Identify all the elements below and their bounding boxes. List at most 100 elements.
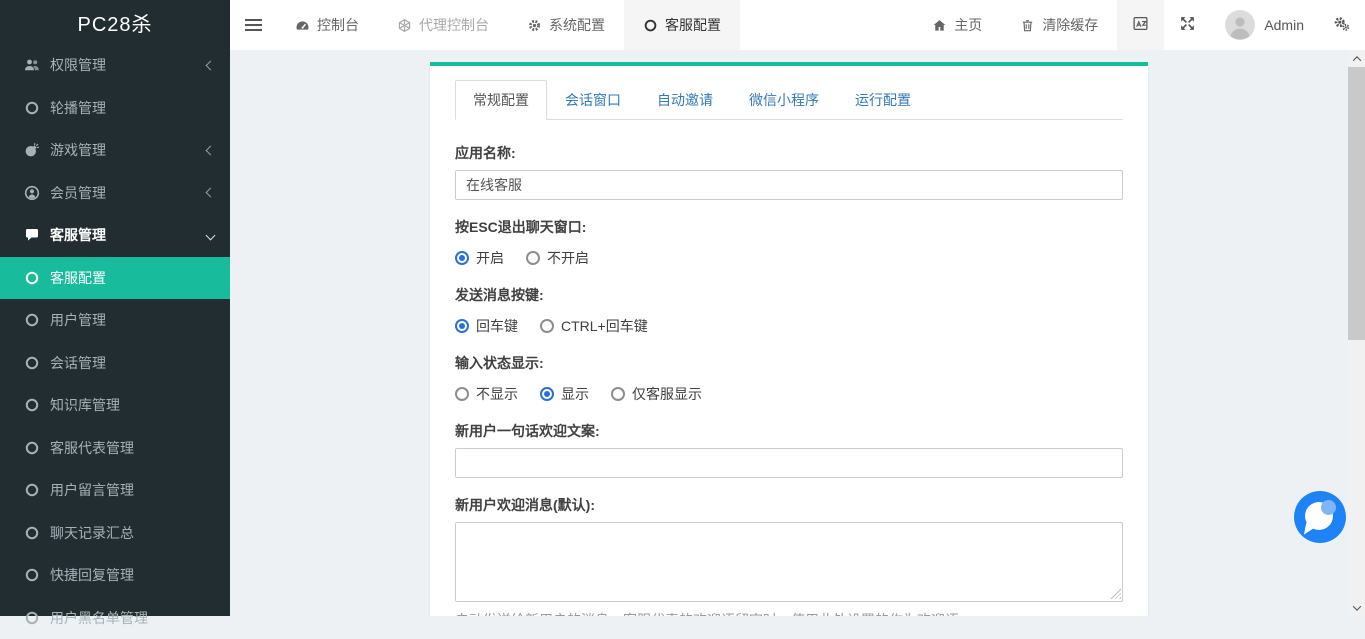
sidebar-item-games[interactable]: 游戏管理 (0, 129, 230, 172)
sidebar-item-customer-service[interactable]: 客服管理 (0, 214, 230, 257)
nav-item-cs-config[interactable]: 客服配置 (624, 0, 740, 50)
config-form: 应用名称: 按ESC退出聊天窗口: 开启 不开启 发送消息按键: 回车键 (455, 120, 1123, 616)
sidebar-item-label: 轮播管理 (50, 98, 106, 118)
sidebar-item-session-mgmt[interactable]: 会话管理 (0, 342, 230, 385)
circle-icon (643, 18, 658, 33)
sidebar-item-permissions[interactable]: 权限管理 (0, 44, 230, 87)
sidebar-item-label: 用户黑名单管理 (50, 608, 148, 628)
sidebar-item-label: 权限管理 (50, 55, 106, 75)
tab-label: 自动邀请 (657, 92, 713, 108)
chat-widget-button[interactable] (1294, 491, 1346, 543)
radio-option-enter[interactable]: 回车键 (455, 316, 518, 336)
home-link[interactable]: 主页 (913, 0, 1001, 50)
sidebar-item-cs-config[interactable]: 客服配置 (0, 257, 230, 300)
fullscreen-button[interactable] (1164, 0, 1211, 50)
esc-exit-label: 按ESC退出聊天窗口: (455, 219, 1123, 235)
cube-icon (397, 18, 412, 33)
tab-bar: 常规配置 会话窗口 自动邀请 微信小程序 运行配置 (455, 80, 1123, 120)
nav-item-system-config[interactable]: 系统配置 (508, 0, 624, 50)
radio-icon (540, 319, 554, 333)
radio-option-off[interactable]: 不开启 (526, 248, 589, 268)
gear-icon (527, 18, 542, 33)
sidebar-item-chat-logs[interactable]: 聊天记录汇总 (0, 512, 230, 555)
sidebar-item-cs-agents[interactable]: 客服代表管理 (0, 427, 230, 470)
typing-status-label: 输入状态显示: (455, 355, 1123, 371)
tab-runtime-config[interactable]: 运行配置 (837, 80, 929, 120)
config-panel: 常规配置 会话窗口 自动邀请 微信小程序 运行配置 应用名称: 按ESC退出聊天… (430, 62, 1148, 616)
circle-icon (24, 355, 40, 371)
esc-exit-radio-group: 开启 不开启 (455, 248, 1123, 268)
welcome-text-label: 新用户一句话欢迎文案: (455, 423, 1123, 439)
radio-icon (455, 319, 469, 333)
sidebar-item-label: 聊天记录汇总 (50, 523, 134, 543)
bars-icon (245, 16, 262, 34)
fullscreen-icon (1179, 15, 1196, 35)
welcome-text-input[interactable] (455, 448, 1123, 478)
comment-icon (24, 227, 40, 243)
nav-item-label: 客服配置 (665, 15, 721, 35)
radio-option-on[interactable]: 开启 (455, 248, 504, 268)
chevron-down-icon (206, 230, 216, 240)
scroll-up-button[interactable] (1348, 50, 1365, 67)
sidebar-item-user-mgmt[interactable]: 用户管理 (0, 299, 230, 342)
radio-option-hide[interactable]: 不显示 (455, 384, 518, 404)
tab-auto-invite[interactable]: 自动邀请 (639, 80, 731, 120)
radio-label: 仅客服显示 (632, 384, 702, 404)
sidebar-item-members[interactable]: 会员管理 (0, 172, 230, 215)
sidebar-item-carousel[interactable]: 轮播管理 (0, 87, 230, 130)
sidebar-item-quick-replies[interactable]: 快捷回复管理 (0, 554, 230, 597)
chevron-down-icon (1352, 602, 1360, 610)
tab-wechat-miniprogram[interactable]: 微信小程序 (731, 80, 837, 120)
typing-status-radio-group: 不显示 显示 仅客服显示 (455, 384, 1123, 404)
sidebar-item-label: 用户管理 (50, 310, 106, 330)
sidebar-item-user-messages[interactable]: 用户留言管理 (0, 469, 230, 512)
user-menu[interactable]: Admin (1211, 0, 1318, 50)
scroll-down-button[interactable] (1348, 599, 1365, 616)
scrollbar-thumb[interactable] (1348, 67, 1365, 340)
clear-cache-button[interactable]: 清除缓存 (1001, 0, 1117, 50)
users-icon (24, 57, 40, 73)
tab-label: 常规配置 (473, 92, 529, 108)
clear-cache-label: 清除缓存 (1042, 15, 1098, 35)
circle-icon (24, 610, 40, 626)
nav-item-agent-console[interactable]: 代理控制台 (378, 0, 508, 50)
send-key-radio-group: 回车键 CTRL+回车键 (455, 316, 1123, 336)
sidebar-item-label: 会话管理 (50, 353, 106, 373)
home-icon (932, 18, 947, 33)
welcome-msg-textarea[interactable] (455, 522, 1123, 602)
app-logo[interactable]: PC28杀 (0, 0, 230, 44)
nav-item-dashboard[interactable]: 控制台 (276, 0, 378, 50)
circle-icon (24, 440, 40, 456)
tab-general-config[interactable]: 常规配置 (455, 80, 547, 120)
radio-option-show[interactable]: 显示 (540, 384, 589, 404)
sidebar-item-label: 客服配置 (50, 268, 106, 288)
radio-label: 不开启 (547, 248, 589, 268)
settings-button[interactable] (1318, 0, 1365, 50)
chat-bubble-corner (1321, 500, 1336, 515)
chevron-left-icon (206, 145, 216, 155)
app-name-input[interactable] (455, 170, 1123, 200)
radio-icon (526, 251, 540, 265)
welcome-msg-wrap (455, 522, 1123, 602)
tab-label: 微信小程序 (749, 92, 819, 108)
sidebar-toggle-button[interactable] (230, 0, 276, 50)
radio-label: 不显示 (476, 384, 518, 404)
sidebar-item-knowledge-base[interactable]: 知识库管理 (0, 384, 230, 427)
sidebar-item-user-blacklist[interactable]: 用户黑名单管理 (0, 597, 230, 639)
dashboard-icon (295, 18, 310, 33)
tab-session-window[interactable]: 会话窗口 (547, 80, 639, 120)
user-circle-icon (24, 185, 40, 201)
circle-icon (24, 482, 40, 498)
radio-icon (611, 387, 625, 401)
app-name-label: 应用名称: (455, 145, 1123, 161)
nav-item-label: 代理控制台 (419, 15, 489, 35)
radio-icon (455, 387, 469, 401)
radio-option-ctrl-enter[interactable]: CTRL+回车键 (540, 316, 648, 336)
tab-label: 运行配置 (855, 92, 911, 108)
radio-label: 开启 (476, 248, 504, 268)
radio-option-agent-only[interactable]: 仅客服显示 (611, 384, 702, 404)
language-button[interactable] (1117, 0, 1164, 50)
topbar-right: 主页 清除缓存 Admin (913, 0, 1365, 50)
welcome-msg-help: 自动发送给新用户的消息，客服代表的欢迎语留空时，使用此处设置的作为欢迎语 (455, 611, 1123, 616)
sidebar-item-label: 知识库管理 (50, 395, 120, 415)
